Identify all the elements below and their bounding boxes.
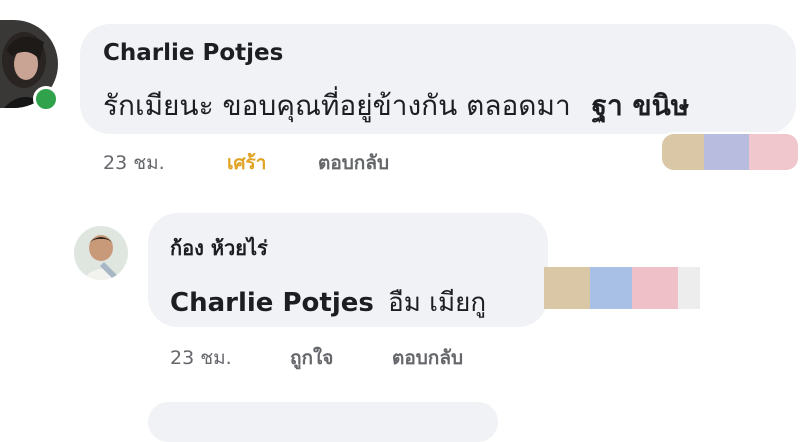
comment-body: รักเมียนะ ขอบคุณที่อยู่ข้างกัน ตลอดมา [103, 89, 571, 122]
reaction-summary-redacted[interactable] [544, 267, 700, 309]
next-comment-bubble [148, 402, 498, 442]
reply-author[interactable]: ก้อง ห้วยไร่ [170, 232, 268, 264]
tagged-user[interactable]: ฐา ขนิษ [592, 89, 690, 122]
redaction-block [678, 267, 700, 309]
comment-text: รักเมียนะ ขอบคุณที่อยู่ข้างกัน ตลอดมา ฐา… [103, 84, 689, 128]
mentioned-user[interactable]: Charlie Potjes [170, 288, 374, 318]
redaction-block [704, 134, 749, 170]
comment-author[interactable]: Charlie Potjes [103, 40, 283, 66]
comment-timestamp[interactable]: 23 ชม. [103, 148, 165, 178]
redaction-block [662, 134, 704, 170]
reply-body: อืม เมียกู [388, 288, 487, 318]
redaction-block [749, 134, 798, 170]
reply-text: Charlie Potjes อืม เมียกู [170, 282, 486, 323]
reaction-summary-redacted[interactable] [660, 132, 800, 172]
redaction-block [632, 267, 678, 309]
reply-button[interactable]: ตอบกลับ [318, 148, 389, 178]
online-status-indicator [33, 86, 59, 112]
reply-timestamp[interactable]: 23 ชม. [170, 343, 232, 373]
redaction-block [544, 267, 590, 309]
reply-button[interactable]: ตอบกลับ [392, 343, 463, 373]
redaction-block [590, 267, 632, 309]
avatar[interactable] [74, 226, 128, 280]
reaction-sad-button[interactable]: เศร้า [227, 148, 266, 178]
like-button[interactable]: ถูกใจ [290, 343, 333, 373]
